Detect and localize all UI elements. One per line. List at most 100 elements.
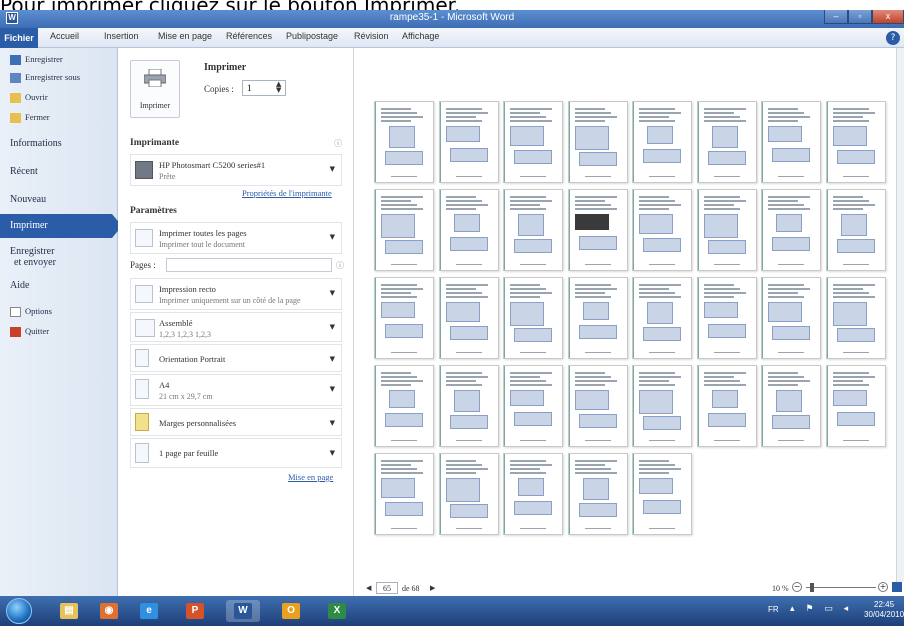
tab-mise-en-page[interactable]: Mise en page [158,31,212,41]
previous-page-icon[interactable]: ◀ [366,584,371,592]
quit-icon [10,327,21,338]
orientation-select[interactable]: Orientation Portrait ▼ [130,344,342,372]
page-thumbnail [567,453,628,535]
explorer-icon: ▤ [60,603,78,619]
taskbar-explorer-button[interactable]: ▤ [52,600,86,622]
nav-save-as[interactable]: Enregistrer sous [10,72,80,84]
page-thumbnail [503,453,563,535]
nav-close[interactable]: Fermer [10,112,50,124]
sides-select[interactable]: Impression recto Imprimer uniquement sur… [130,278,342,310]
minimize-button[interactable]: – [824,10,848,24]
nav-save-send[interactable]: Enregistrer et envoyer [10,246,56,268]
nav-open[interactable]: Ouvrir [10,92,48,104]
language-indicator[interactable]: FR [768,605,779,614]
page-thumbnail [503,277,563,359]
help-icon[interactable]: ? [886,31,900,45]
next-page-icon[interactable]: ▶ [430,584,435,592]
ribbon-tabs: Fichier Accueil Insertion Mise en page R… [0,28,904,48]
collation-select[interactable]: Assemblé 1,2,3 1,2,3 1,2,3 ▼ [130,312,342,342]
save-as-icon [10,73,21,84]
nav-quit[interactable]: Quitter [10,326,49,338]
taskbar-ie-button[interactable]: e [132,600,166,622]
tab-affichage[interactable]: Affichage [402,31,439,41]
print-button[interactable]: Imprimer [130,60,180,118]
page-thumbnail [825,189,886,271]
tab-revision[interactable]: Révision [354,31,389,41]
page-thumbnail [761,101,821,183]
taskbar-outlook-button[interactable]: O [274,600,308,622]
page-thumbnail [438,101,499,183]
nav-save[interactable]: Enregistrer [10,54,63,66]
zoom-out-icon[interactable]: − [792,582,802,592]
print-title: Imprimer [204,62,247,73]
close-window-button[interactable]: x [872,10,904,24]
taskbar-excel-button[interactable]: X [320,600,354,622]
word-icon: W [234,603,252,619]
print-preview-area[interactable] [354,48,896,582]
maximize-button[interactable]: ▫ [848,10,872,24]
tab-publipostage[interactable]: Publipostage [286,31,338,41]
title-bar: W rampe35-1 - Microsoft Word – ▫ x [0,10,904,28]
zoom-slider[interactable] [806,587,876,588]
zoom-to-page-icon[interactable] [892,582,902,592]
page-thumbnail [632,365,692,447]
nav-new[interactable]: Nouveau [10,194,46,205]
info-icon[interactable]: ⓘ [336,260,344,271]
nav-help[interactable]: Aide [10,280,29,291]
tab-references[interactable]: Références [226,31,272,41]
copies-spinner[interactable]: ▲ ▼ [276,81,281,94]
zoom-slider-thumb[interactable] [810,583,814,592]
page-thumbnail [761,189,821,271]
taskbar-powerpoint-button[interactable]: P [178,600,212,622]
page-thumbnail [825,277,886,359]
options-icon [10,307,21,318]
nav-options[interactable]: Options [10,306,52,318]
tab-fichier[interactable]: Fichier [0,28,38,48]
page-thumbnail [438,277,499,359]
chevron-down-icon: ▼ [329,323,335,331]
page-thumbnail [696,101,757,183]
page-thumbnail [374,277,434,359]
printer-section-title: Imprimante [130,138,180,148]
margins-select[interactable]: Marges personnalisées ▼ [130,408,342,436]
page-thumbnail [503,365,563,447]
page-thumbnail [374,453,434,535]
pages-label: Pages : [130,260,156,270]
tab-accueil[interactable]: Accueil [50,31,79,41]
page-thumbnail [825,101,886,183]
pages-per-sheet-select[interactable]: 1 page par feuille ▼ [130,438,342,468]
powerpoint-icon: P [186,603,204,619]
zoom-level[interactable]: 10 % [772,584,789,593]
chevron-down-icon: ▼ [329,233,335,241]
page-thumbnail [374,189,434,271]
print-settings-panel: Imprimer Imprimer Copies : 1 ▲ ▼ Impriman… [118,48,354,596]
start-button[interactable] [6,598,32,624]
clock[interactable]: 22:45 30/04/2010 [864,600,904,620]
print-range-select[interactable]: Imprimer toutes les pages Imprimer tout … [130,222,342,254]
chevron-down-icon: ▼ [329,165,335,173]
printer-select[interactable]: HP Photosmart C5200 series#1 Prête ▼ [130,154,342,186]
save-icon [10,55,21,66]
nav-informations[interactable]: Informations [10,138,62,149]
taskbar-media-button[interactable]: ◉ [92,600,126,622]
folder-close-icon [10,113,21,124]
tab-insertion[interactable]: Insertion [104,31,139,41]
tray-icons[interactable]: ▴ ⚑ ▭ ◂ [790,604,852,614]
page-thumbnail [438,453,499,535]
paper-size-select[interactable]: A4 21 cm x 29,7 cm ▼ [130,374,342,406]
page-thumbnail [567,189,628,271]
vertical-scrollbar[interactable] [896,48,904,582]
current-page-input[interactable]: 65 [376,582,398,594]
nav-recent[interactable]: Récent [10,166,38,177]
nav-print[interactable]: Imprimer [0,214,122,238]
page-thumbnail [567,101,628,183]
page-setup-link[interactable]: Mise en page [288,472,333,482]
ie-icon: e [140,603,158,619]
margins-icon [135,413,149,431]
taskbar-word-button[interactable]: W [226,600,260,622]
printer-properties-link[interactable]: Propriétés de l'imprimante [242,188,332,198]
window-title: rampe35-1 - Microsoft Word [389,12,515,23]
pages-input[interactable] [166,258,332,272]
info-icon[interactable]: ⓘ [334,138,342,149]
zoom-in-icon[interactable]: + [878,582,888,592]
